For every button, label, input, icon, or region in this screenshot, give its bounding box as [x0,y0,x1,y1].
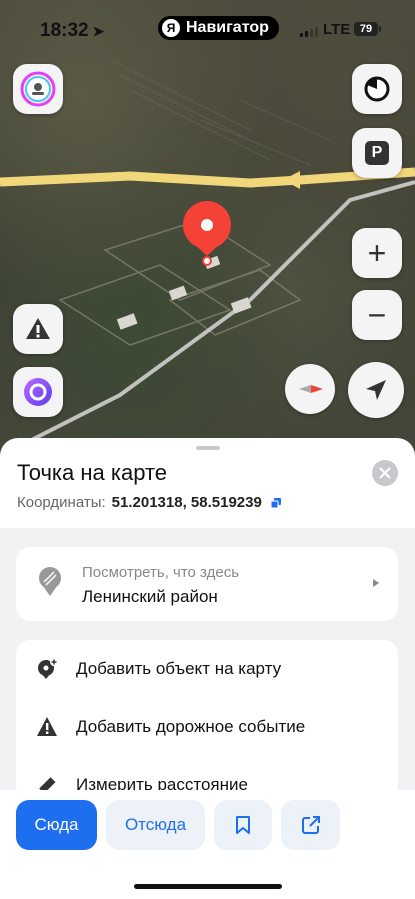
plus-icon: + [367,234,387,271]
home-indicator[interactable] [134,884,282,889]
parking-icon: P [365,141,389,165]
close-icon [379,467,391,479]
coordinates: Координаты: 51.201318, 58.519239 [17,494,282,511]
share-button[interactable] [281,800,340,850]
compass-icon [299,385,323,393]
whats-here-label: Посмотреть, что здесь [82,564,240,581]
compass-button[interactable] [285,364,335,414]
signal-icon [300,27,318,37]
menu-item-label: Добавить дорожное событие [76,717,306,736]
alice-button[interactable] [13,367,63,417]
status-bar: 18:32 ➤ Я Навигатор LTE 79 [0,0,415,60]
navigation-arrow-icon [366,380,386,400]
add-place-icon [38,658,58,679]
parking-button[interactable]: P [352,128,402,178]
zoom-out-button[interactable]: − [352,290,402,340]
road-event-button[interactable] [13,304,63,354]
map-pin-icon [183,201,231,266]
sheet-handle[interactable] [196,446,220,450]
layers-icon [364,76,390,102]
share-icon [301,816,320,834]
minus-icon: − [367,296,387,333]
app-name: Навигатор [186,19,269,36]
warning-icon [37,717,57,736]
status-time: 18:32 ➤ [40,20,105,41]
close-button[interactable] [372,460,398,486]
copy-icon[interactable] [270,497,282,509]
battery-icon: 79 [354,22,381,36]
profile-icon [20,71,56,107]
location-arrow-icon: ➤ [92,23,105,39]
network-type: LTE [323,21,351,38]
whats-here-value: Ленинский район [82,587,218,606]
warning-icon [26,318,50,339]
app-return-pill[interactable]: Я Навигатор [158,16,279,40]
route-here-button[interactable]: Сюда [16,800,97,850]
chevron-right-icon [373,579,379,587]
actions-card: Добавить объект на карту Добавить дорожн… [16,640,398,800]
menu-add-road-event[interactable]: Добавить дорожное событие [16,698,398,756]
alice-icon [24,378,52,406]
yandex-logo-icon: Я [162,19,180,37]
sheet-title: Точка на карте [17,460,168,485]
zoom-in-button[interactable]: + [352,228,402,278]
coordinates-label: Координаты: [17,494,106,511]
route-from-button[interactable]: Отсюда [106,800,205,850]
location-pin-icon [39,567,61,596]
bookmark-icon [236,816,250,834]
whats-here-card[interactable]: Посмотреть, что здесь Ленинский район [16,547,398,621]
menu-item-label: Добавить объект на карту [76,659,282,678]
layers-button[interactable] [352,64,402,114]
bookmark-button[interactable] [214,800,272,850]
menu-add-place[interactable]: Добавить объект на карту [16,640,398,698]
coordinates-value[interactable]: 51.201318, 58.519239 [112,494,262,511]
locate-button[interactable] [348,362,404,418]
profile-button[interactable] [13,64,63,114]
